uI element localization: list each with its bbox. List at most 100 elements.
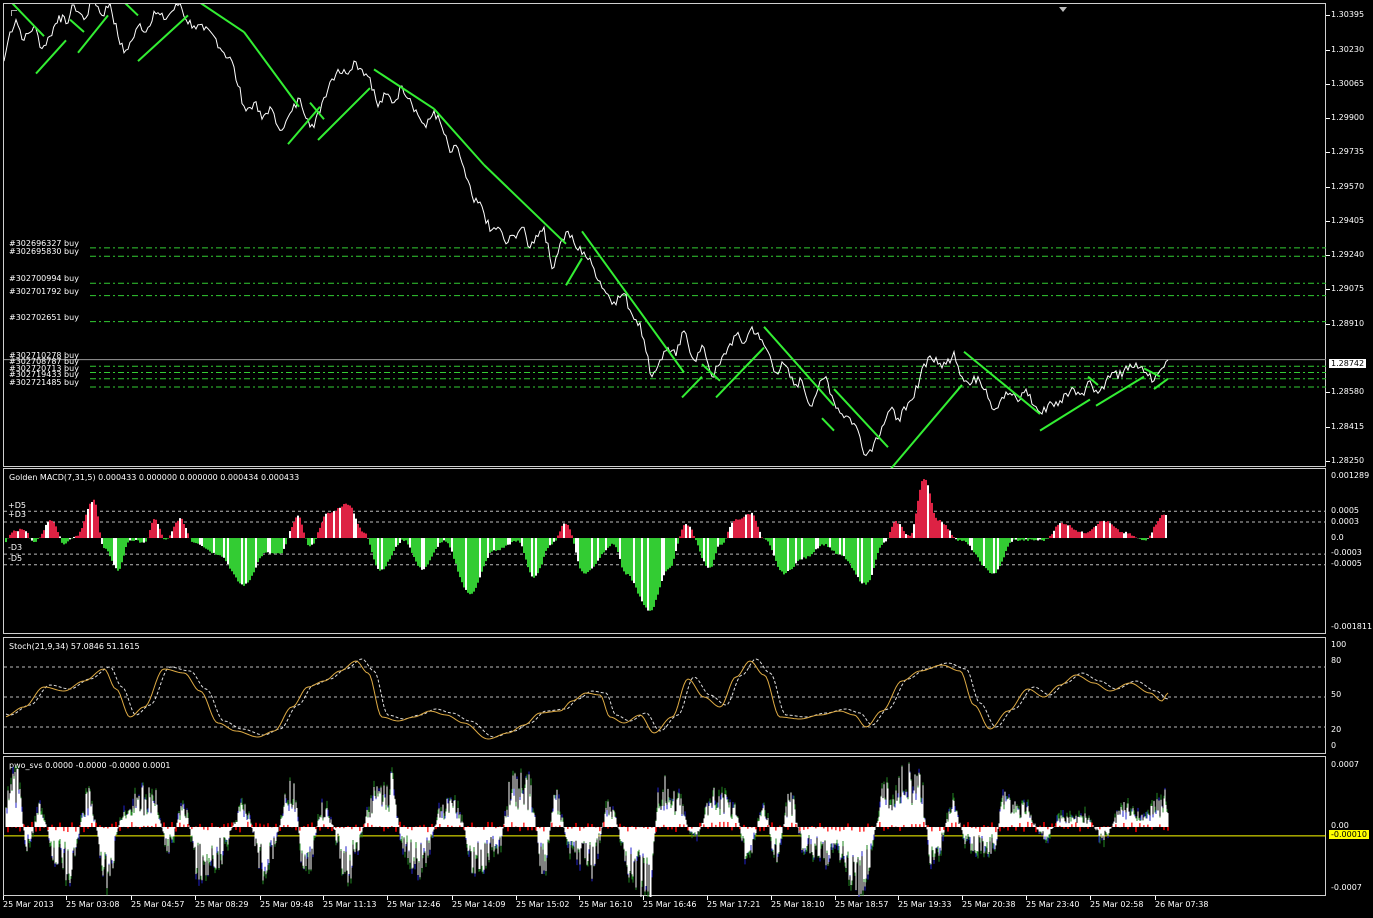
time-tickmark xyxy=(643,896,644,900)
price-chart-pane[interactable]: #302696327 buy #302695830 buy #302700994 b… xyxy=(3,3,1327,468)
price-tickmark xyxy=(1326,15,1330,17)
trend-segment xyxy=(1039,398,1091,432)
macd-level-label: -D3 xyxy=(8,543,23,552)
price-tick: 1.29900 xyxy=(1331,113,1365,123)
price-tickmark xyxy=(1326,392,1330,394)
time-tickmark xyxy=(323,896,324,900)
order-label: #302700994 buy xyxy=(9,274,79,284)
macd-level-label: +D5 xyxy=(8,501,26,510)
time-label: 25 Mar 02:58 xyxy=(1090,900,1144,909)
price-tick: 1.29240 xyxy=(1331,250,1365,260)
macd-tick: 0.001289 xyxy=(1331,471,1370,480)
time-label: 25 Mar 16:10 xyxy=(579,900,633,909)
macd-histogram-svg xyxy=(4,479,1327,611)
time-label: 25 Mar 12:46 xyxy=(387,900,441,909)
time-tickmark xyxy=(1026,896,1027,900)
pwo-axis: 0.0007 0.00 -0.00010 -0.0007 xyxy=(1326,756,1373,896)
trend-segment xyxy=(124,4,139,17)
time-tickmark xyxy=(387,896,388,900)
trend-segment xyxy=(963,350,1041,415)
stoch-tick: 80 xyxy=(1331,656,1342,665)
order-label: #302695830 buy xyxy=(9,247,79,257)
time-label: 25 Mar 04:57 xyxy=(131,900,185,909)
price-tick: 1.28580 xyxy=(1331,387,1365,397)
pwo-tick: -0.0007 xyxy=(1331,883,1362,892)
trend-segment xyxy=(565,257,583,286)
trend-segment xyxy=(433,108,485,166)
trend-segment xyxy=(890,384,963,468)
time-label: 25 Mar 03:08 xyxy=(66,900,120,909)
macd-tick: -0.001811 xyxy=(1331,622,1373,631)
macd-tick: 0.0003 xyxy=(1331,517,1359,526)
macd-pane[interactable]: Golden MACD(7,31,5) 0.000433 0.000000 0.… xyxy=(3,468,1327,634)
pwo-pane[interactable]: pwo_svs 0.0000 -0.0000 -0.0000 0.0001 xyxy=(3,756,1327,897)
pwo-histogram-svg xyxy=(4,762,1327,897)
trend-segment xyxy=(77,14,109,54)
time-label: 25 Mar 11:13 xyxy=(323,900,377,909)
price-line xyxy=(4,4,1169,457)
trend-segment xyxy=(1095,375,1145,407)
time-label: 25 Mar 14:09 xyxy=(452,900,506,909)
price-tickmark xyxy=(1326,152,1330,154)
trend-segment xyxy=(373,68,435,110)
macd-tick: 0.0005 xyxy=(1331,506,1359,515)
macd-level-label: -D5 xyxy=(8,554,23,563)
time-label: 25 Mar 16:46 xyxy=(643,900,697,909)
order-label: #302701792 buy xyxy=(9,286,79,296)
macd-axis: 0.001289 0.0005 0.0003 0.0 -0.0003 -0.00… xyxy=(1326,468,1373,634)
trend-segment xyxy=(1153,377,1169,390)
price-tick: 1.28250 xyxy=(1331,455,1365,465)
price-tick: 1.28910 xyxy=(1331,318,1365,328)
price-tickmark xyxy=(1326,289,1330,291)
stoch-tick: 20 xyxy=(1331,725,1342,734)
trend-segment xyxy=(833,388,889,448)
time-tickmark xyxy=(835,896,836,900)
time-tickmark xyxy=(579,896,580,900)
pwo-tick: 0.00 xyxy=(1331,821,1349,830)
trend-segment xyxy=(35,39,67,75)
time-label: 25 Mar 18:57 xyxy=(835,900,889,909)
time-label: 26 Mar 07:38 xyxy=(1155,900,1209,909)
time-label: 25 Mar 09:48 xyxy=(260,900,314,909)
pwo-current-badge: -0.00010 xyxy=(1329,830,1369,839)
price-tickmark xyxy=(1326,460,1330,462)
order-label: #302702651 buy xyxy=(9,312,79,322)
order-label: #302721485 buy xyxy=(9,378,79,388)
price-tickmark xyxy=(1326,220,1330,222)
price-tickmark xyxy=(1326,323,1330,325)
time-label: 25 Mar 19:33 xyxy=(898,900,952,909)
time-label: 25 Mar 17:21 xyxy=(707,900,761,909)
time-tickmark xyxy=(1090,896,1091,900)
time-label: 25 Mar 18:10 xyxy=(771,900,825,909)
macd-tick: -0.0003 xyxy=(1331,548,1362,557)
price-tick: 1.29405 xyxy=(1331,215,1365,225)
trend-segment xyxy=(69,18,85,33)
price-chart-svg xyxy=(4,4,1327,468)
trend-segment xyxy=(681,375,703,399)
time-label: 25 Mar 15:02 xyxy=(516,900,570,909)
stochastic-pane[interactable]: Stoch(21,9,34) 57.0846 51.1615 xyxy=(3,637,1327,754)
macd-level-label: +D3 xyxy=(8,510,26,519)
price-tickmark xyxy=(1326,426,1330,428)
time-tickmark xyxy=(516,896,517,900)
price-tick: 1.30395 xyxy=(1331,10,1365,20)
trend-segment xyxy=(581,230,685,374)
stoch-tick: 100 xyxy=(1331,640,1347,649)
time-label: 25 Mar 08:29 xyxy=(195,900,249,909)
price-tick: 1.30230 xyxy=(1331,44,1365,54)
trend-segment xyxy=(11,4,45,37)
time-tickmark xyxy=(131,896,132,900)
time-tickmark xyxy=(771,896,772,900)
time-axis: 25 Mar 2013 25 Mar 03:08 25 Mar 04:57 25 Ma… xyxy=(0,896,1373,918)
macd-tick: 0.0 xyxy=(1331,533,1344,542)
trend-segment xyxy=(821,417,835,432)
price-tick: 1.30065 xyxy=(1331,78,1365,88)
time-label: 25 Mar 2013 xyxy=(3,900,54,909)
price-tick: 1.29570 xyxy=(1331,181,1365,191)
trend-segment xyxy=(243,31,300,108)
trend-segment xyxy=(137,14,189,62)
time-tickmark xyxy=(452,896,453,900)
time-tickmark xyxy=(1155,896,1156,900)
time-tickmark xyxy=(195,896,196,900)
price-tickmark xyxy=(1326,118,1330,120)
